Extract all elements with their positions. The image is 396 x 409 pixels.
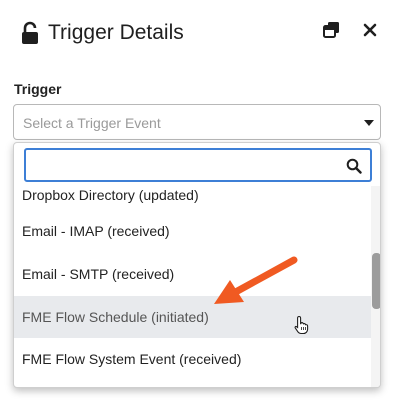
list-item-label: Email - SMTP (received) [22,266,175,282]
list-item-label: FME Flow System Event (received) [22,351,242,367]
restore-window-icon[interactable] [322,20,342,40]
dropdown-search-box[interactable] [24,148,372,182]
trigger-label: Trigger [14,81,62,97]
list-item[interactable]: Email - IMAP (received) [14,210,371,252]
close-icon[interactable] [360,20,380,40]
search-icon [346,158,362,174]
unlocked-lock-icon [22,21,38,44]
list-item[interactable]: Email - SMTP (received) [14,253,371,295]
dropdown-scrollbar[interactable] [371,186,380,387]
panel-title: Trigger Details [48,21,184,44]
list-item-hovered[interactable]: FME Flow Schedule (initiated) [14,296,371,338]
trigger-dropdown: Dropbox Directory (updated) Email - IMAP… [13,142,381,388]
trigger-select-placeholder: Select a Trigger Event [23,115,161,131]
list-item-label: Email - IMAP (received) [22,223,170,239]
panel-header: Trigger Details [0,0,396,66]
trigger-event-select[interactable]: Select a Trigger Event [13,104,381,140]
scrollbar-thumb[interactable] [372,253,380,309]
list-item[interactable]: FME Flow System Event (received) [14,338,371,380]
list-item-label: FME Flow Schedule (initiated) [22,309,209,325]
trigger-options-list: Dropbox Directory (updated) Email - IMAP… [14,186,371,387]
list-item-label: Dropbox Directory (updated) [22,187,199,203]
dropdown-search-input[interactable] [34,154,334,176]
caret-down-icon [364,120,374,126]
